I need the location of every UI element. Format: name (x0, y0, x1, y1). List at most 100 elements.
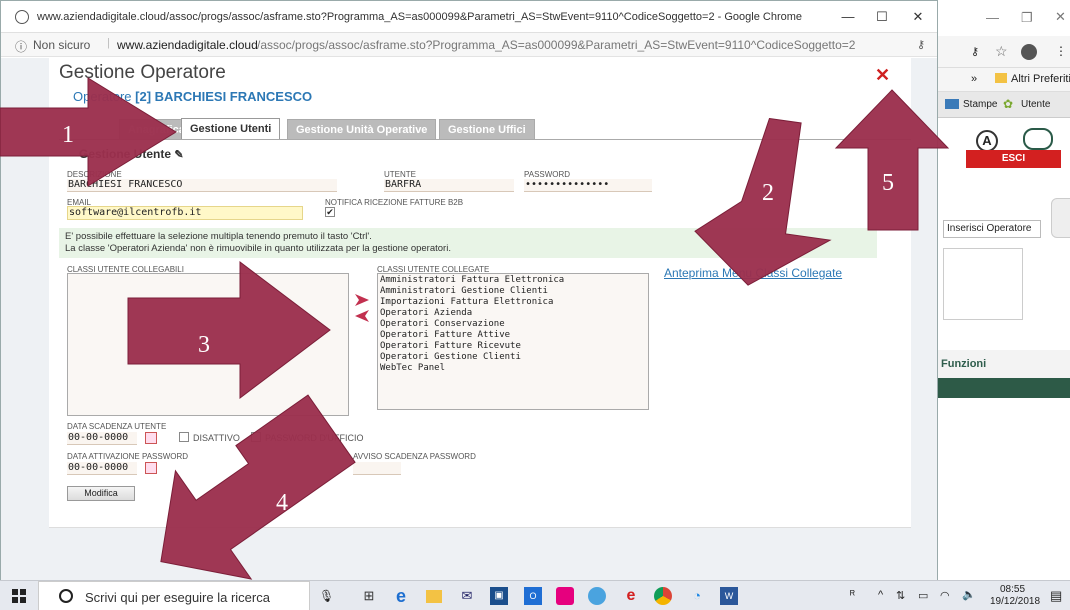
list-item[interactable]: Amministratori Fattura Elettronica (380, 275, 646, 286)
globe-icon (15, 10, 29, 24)
data-attivazione-field[interactable]: 00-00-0000 (67, 462, 137, 475)
section-title-text: Gestione Utente (79, 147, 172, 161)
tab-gestione-unita-operative[interactable]: Gestione Unità Operative (287, 119, 437, 139)
disattivo-checkbox[interactable] (179, 432, 189, 442)
store-icon[interactable]: ▣ (490, 587, 508, 605)
operatore-label[interactable]: Operatore (73, 89, 132, 104)
classi-collegabili-list[interactable] (67, 273, 349, 416)
esci-button[interactable]: ESCI (966, 150, 1061, 168)
tab-gestione-utenti[interactable]: Gestione Utenti (181, 118, 281, 140)
network-icon[interactable]: ⇅ (896, 589, 905, 602)
move-left-icon[interactable] (355, 310, 369, 322)
bg-titlebar: — ❐ ✕ (931, 0, 1070, 36)
taskbar-search-box[interactable]: Scrivi qui per eseguire la ricerca 🎙 (38, 581, 334, 610)
list-item[interactable]: Operatori Conservazione (380, 319, 646, 330)
avviso-scadenza-field[interactable] (353, 462, 401, 475)
list-item[interactable]: Operatori Fatture Ricevute (380, 341, 646, 352)
password-ufficio-checkbox[interactable] (251, 432, 261, 442)
mail-icon[interactable]: ✉ (458, 587, 476, 605)
close-panel-icon[interactable]: ✕ (875, 66, 890, 84)
side-tab[interactable] (1051, 198, 1070, 238)
microphone-icon[interactable]: 🎙 (319, 589, 334, 603)
list-item[interactable]: Amministratori Gestione Clienti (380, 286, 646, 297)
url-path[interactable]: /assoc/progs/assoc/asframe.sto?Programma… (257, 38, 855, 52)
list-item[interactable]: Operatori Fatture Attive (380, 330, 646, 341)
edge-icon[interactable]: e (392, 587, 410, 605)
tab-gestione-uffici[interactable]: Gestione Uffici (439, 119, 535, 139)
password-field[interactable]: •••••••••••••• (524, 179, 652, 192)
info-icon[interactable]: ⓘ (15, 38, 27, 55)
address-bar[interactable]: ⓘ Non sicuro | www.aziendadigitale.cloud… (1, 33, 937, 57)
list-item[interactable]: Operatori Azienda (380, 308, 646, 319)
bookmarks-bar: » Altri Preferiti (931, 68, 1070, 92)
folder-icon (995, 73, 1007, 83)
info-line-1: E' possibile effettuare la selezione mul… (65, 231, 372, 242)
tray-chevron-icon[interactable]: ^ (878, 589, 883, 601)
close-icon[interactable]: ✕ (905, 7, 931, 27)
url-divider: | (107, 37, 110, 49)
funzioni-label: Funzioni (941, 358, 987, 370)
data-scadenza-field[interactable]: 00-00-0000 (67, 432, 137, 445)
people-icon[interactable]: ᴿ (850, 589, 855, 601)
chrome-icon[interactable] (654, 587, 672, 605)
bg-panel-box (943, 248, 1023, 320)
volume-icon[interactable]: 🔈 (962, 588, 976, 601)
list-item[interactable]: Operatori Gestione Clienti (380, 352, 646, 363)
list-item[interactable]: Importazioni Fattura Elettronica (380, 297, 646, 308)
notification-icon[interactable]: ▤ (1050, 588, 1062, 604)
bg-icons-row: A (931, 118, 1070, 178)
file-explorer-icon[interactable] (426, 590, 442, 603)
key-icon[interactable]: ⚷ (971, 45, 979, 58)
a-icon[interactable]: A (976, 130, 998, 152)
popup-titlebar: www.aziendadigitale.cloud/assoc/progs/as… (1, 1, 937, 33)
restore-icon[interactable]: ❐ (1021, 10, 1033, 26)
clock-date[interactable]: 19/12/2018 (990, 596, 1040, 607)
tab-divider (59, 139, 911, 140)
wifi-app-icon[interactable]: ◔ (688, 587, 706, 605)
star-icon[interactable]: ☆ (995, 43, 1008, 60)
calendar-icon[interactable] (145, 432, 157, 444)
classi-collegate-list[interactable]: Amministratori Fattura Elettronica Ammin… (377, 273, 649, 410)
ie-icon[interactable]: e (622, 587, 640, 605)
cloud-icon[interactable] (1023, 128, 1053, 150)
outlook-icon[interactable]: O (524, 587, 542, 605)
app-icon[interactable] (556, 587, 574, 605)
list-item[interactable]: WebTec Panel (380, 363, 646, 374)
maximize-icon[interactable]: ☐ (869, 7, 895, 27)
descrizione-field[interactable]: BARCHIESI FRANCESCO (67, 179, 337, 192)
data-scadenza-label: DATA SCADENZA UTENTE (67, 422, 167, 431)
stampe-menu[interactable]: Stampe (963, 99, 997, 110)
word-icon[interactable]: W (720, 587, 738, 605)
wifi-icon[interactable]: ◠ (940, 589, 950, 602)
windows-start-icon[interactable] (12, 589, 26, 603)
utente-menu[interactable]: Utente (1021, 99, 1050, 110)
avatar[interactable] (1021, 44, 1037, 60)
minimize-icon[interactable]: — (986, 10, 999, 25)
section-title: Gestione Utente ✎ (79, 147, 184, 161)
popup-window: www.aziendadigitale.cloud/assoc/progs/as… (0, 0, 938, 580)
battery-icon[interactable]: ▭ (918, 589, 928, 602)
app-blue-icon[interactable] (588, 587, 606, 605)
task-view-icon[interactable]: ⊞ (360, 587, 378, 605)
anteprima-menu-link[interactable]: Anteprima Menu Classi Collegate (664, 266, 842, 280)
minimize-icon[interactable]: — (835, 7, 861, 27)
notifica-checkbox[interactable]: ✔ (325, 207, 335, 217)
utente-field[interactable]: BARFRA (384, 179, 514, 192)
email-field[interactable]: software@ilcentrofb.it (67, 206, 303, 220)
calendar-icon[interactable] (145, 462, 157, 474)
url-domain[interactable]: www.aziendadigitale.cloud (117, 38, 258, 52)
data-attivazione-label: DATA ATTIVAZIONE PASSWORD (67, 452, 189, 461)
bookmark-altri[interactable]: Altri Preferiti (1011, 73, 1070, 85)
descrizione-label: DESCRIZIONE (67, 170, 122, 179)
key-icon[interactable]: ⚷ (917, 38, 925, 51)
gear-icon: ✿ (1003, 97, 1014, 111)
cortana-icon (59, 589, 73, 603)
move-right-icon[interactable] (355, 294, 369, 306)
modifica-button[interactable]: Modifica (67, 486, 135, 501)
clock-time[interactable]: 08:55 (1000, 584, 1025, 595)
inserisci-operatore-button[interactable]: Inserisci Operatore (943, 220, 1041, 238)
overflow-icon[interactable]: » (971, 73, 977, 85)
password-label: PASSWORD (524, 170, 571, 179)
close-icon[interactable]: ✕ (1055, 9, 1066, 25)
menu-icon[interactable]: ⋮ (1055, 44, 1067, 58)
